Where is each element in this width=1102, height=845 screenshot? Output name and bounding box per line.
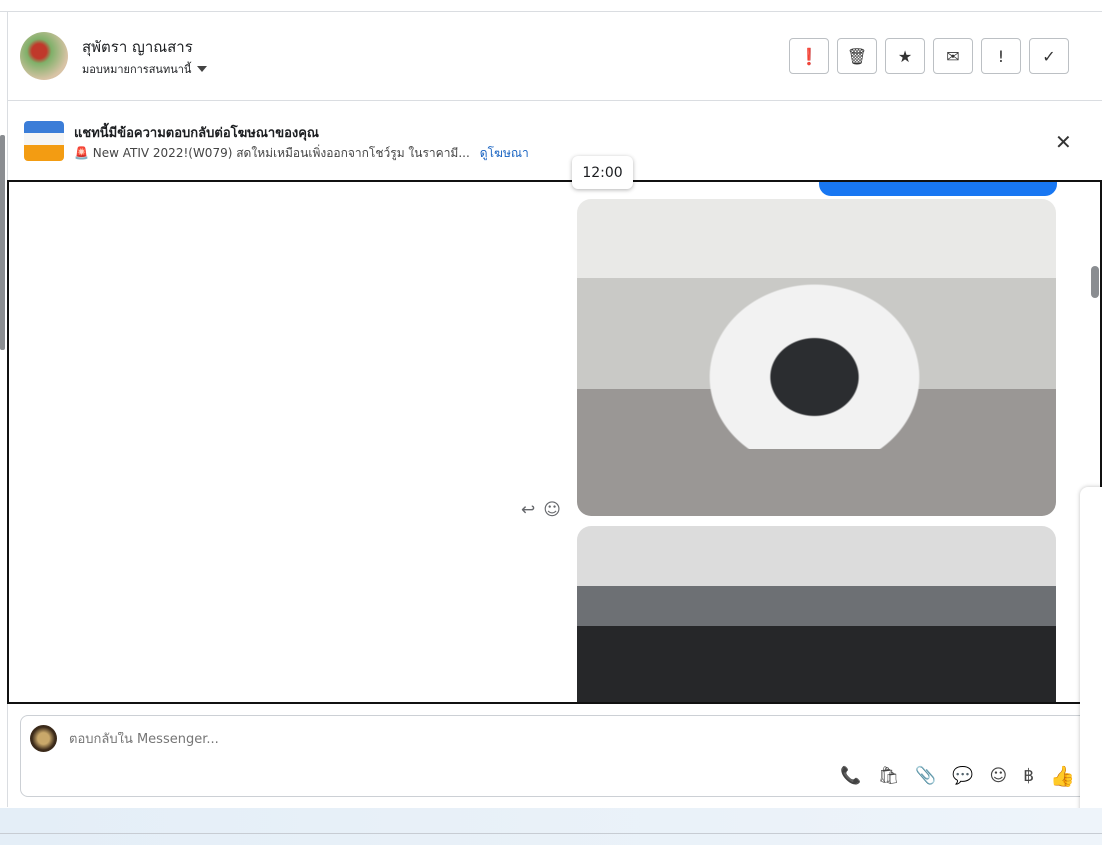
taskbar-area [0,808,1102,845]
saved-reply-icon[interactable]: 💬 [952,766,973,786]
message-actions: ↩ ☺ [521,500,561,520]
sent-message-bubble[interactable] [819,182,1057,196]
attachment-icon[interactable]: 📎 [915,766,936,786]
ad-banner-title: แชทนี้มีข้อความตอบกลับต่อโฆษณาของคุณ [74,126,319,141]
alert-circle-icon: ❗ [799,46,819,66]
view-ad-link[interactable]: ดูโฆษณา [480,144,529,163]
delete-button[interactable]: 🗑 [837,38,877,74]
reply-input[interactable] [69,732,769,747]
assign-label: มอบหมายการสนทนานี้ [82,63,192,76]
envelope-icon: ✉ [946,46,960,66]
call-add-icon[interactable]: 📞 [840,766,861,786]
ad-text: 🚨 New ATIV 2022!(W079) สดใหม่เหมือนเพิ่ง… [74,146,470,160]
page-avatar [30,725,57,752]
assign-conversation-dropdown[interactable]: มอบหมายการสนทนานี้ [82,60,208,78]
important-button[interactable]: ! [981,38,1021,74]
shopping-bag-icon[interactable]: 🛍 [878,766,900,786]
composer-tools: 📞 🛍 📎 💬 ☺ ฿ 👍 [840,764,1075,788]
reply-icon[interactable]: ↩ [521,500,535,520]
payment-baht-icon[interactable]: ฿ [1023,766,1034,786]
contact-avatar[interactable] [20,32,68,80]
divider [0,833,1102,834]
ad-thumbnail[interactable] [24,121,64,161]
top-bar [0,0,1102,12]
star-icon: ★ [897,46,913,66]
reply-composer: 📞 🛍 📎 💬 ☺ ฿ 👍 [20,715,1090,797]
done-button[interactable]: ✓ [1029,38,1069,74]
close-icon[interactable]: ✕ [1055,130,1072,154]
ad-banner-subtitle: 🚨 New ATIV 2022!(W079) สดใหม่เหมือนเพิ่ง… [74,144,529,163]
conversation-actions: ❗ 🗑 ★ ✉ ! ✓ [789,38,1069,74]
message-thread: ↩ ☺ [7,180,1102,704]
thumbs-up-icon[interactable]: 👍 [1050,764,1075,788]
caret-down-icon [197,66,208,72]
car-interior-photo[interactable] [577,526,1056,702]
trash-icon: 🗑 [846,46,868,66]
emoji-react-icon[interactable]: ☺ [543,500,561,520]
emoji-icon[interactable]: ☺ [990,766,1008,786]
car-exterior-photo[interactable] [577,199,1056,516]
check-icon: ✓ [1042,46,1056,66]
exclamation-icon: ! [997,46,1005,66]
side-panel-edge[interactable] [1080,487,1102,822]
spam-button[interactable]: ❗ [789,38,829,74]
divider [8,100,1102,101]
contact-name: สุพัตรา ญาณสาร [82,38,193,56]
timestamp-tooltip: 12:00 [572,156,633,189]
chat-scroll-thumb[interactable] [1091,266,1099,298]
mark-unread-button[interactable]: ✉ [933,38,973,74]
left-scroll-thumb[interactable] [0,135,5,350]
star-button[interactable]: ★ [885,38,925,74]
